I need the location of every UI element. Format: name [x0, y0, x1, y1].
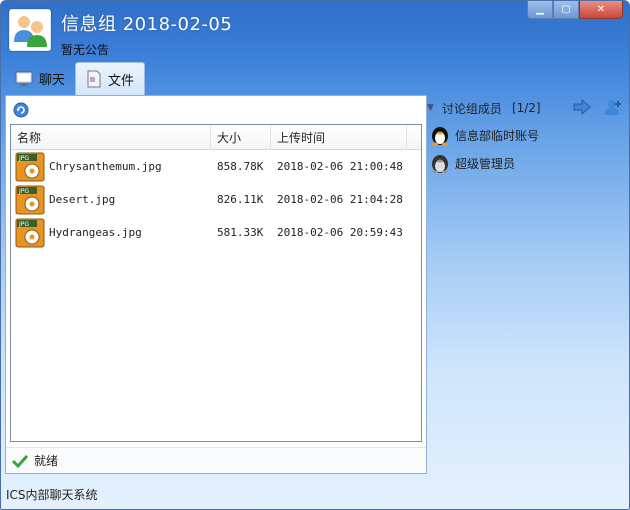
status-text: 就绪: [34, 454, 59, 468]
file-name-cell: JPG Desert.jpg: [11, 185, 211, 215]
app-name: ICS内部聊天系统: [6, 488, 98, 502]
file-upload-time: 2018-02-06 21:04:28: [277, 193, 403, 206]
collapse-caret-icon: ▼: [427, 103, 434, 113]
file-name-cell: JPG Hydrangeas.jpg: [11, 218, 211, 248]
svg-text:JPG: JPG: [18, 188, 29, 195]
footer-bar: ICS内部聊天系统: [1, 479, 629, 509]
members-count: [1/2]: [511, 101, 541, 115]
file-size: 581.33K: [217, 226, 264, 239]
tab-files[interactable]: 文件: [75, 62, 146, 95]
status-bar: 就绪: [6, 447, 426, 473]
tab-bar: 聊天 文件: [5, 62, 146, 95]
window-title: 信息组 2018-02-05: [61, 14, 233, 35]
minimize-icon: ▁: [536, 3, 544, 15]
jpg-file-icon: JPG: [15, 185, 45, 214]
forward-arrow-icon[interactable]: [573, 99, 591, 115]
members-title: 讨论组成员: [441, 101, 502, 116]
member-name: 信息部临时账号: [455, 128, 540, 143]
app-window: 信息组 2018-02-05 暂无公告 ▁ ▢ ✕ 聊天 文件 名称 大小 上传…: [0, 0, 630, 510]
penguin-avatar-icon: [432, 155, 448, 174]
file-upload-time: 2018-02-06 20:59:43: [277, 226, 403, 239]
member-name: 超级管理员: [455, 156, 516, 171]
group-notice: 暂无公告: [61, 43, 110, 57]
file-size: 826.11K: [217, 193, 264, 206]
svg-text:JPG: JPG: [18, 155, 29, 162]
members-panel: ▼ 讨论组成员 [1/2] 信息部临时账号 超级管理员: [427, 95, 629, 475]
tab-chat[interactable]: 聊天: [5, 62, 75, 95]
file-list-header: 名称 大小 上传时间: [11, 125, 421, 150]
svg-text:JPG: JPG: [18, 221, 29, 228]
refresh-button[interactable]: [13, 102, 29, 121]
maximize-button[interactable]: ▢: [553, 1, 579, 19]
file-row[interactable]: JPG Hydrangeas.jpg 581.33K 2018-02-06 20…: [11, 216, 421, 249]
close-icon: ✕: [596, 3, 606, 15]
close-button[interactable]: ✕: [579, 1, 623, 19]
member-item[interactable]: 超级管理员: [427, 149, 629, 177]
file-list: 名称 大小 上传时间 JPG Chrysanthemum.jpg 858.78K: [10, 124, 422, 442]
maximize-icon: ▢: [561, 3, 571, 15]
files-panel: 名称 大小 上传时间 JPG Chrysanthemum.jpg 858.78K: [5, 95, 427, 474]
members-actions: [573, 99, 623, 115]
column-header-name[interactable]: 名称: [11, 125, 211, 149]
file-row[interactable]: JPG Desert.jpg 826.11K 2018-02-06 21:04:…: [11, 183, 421, 216]
refresh-icon: [13, 102, 29, 118]
file-upload-time: 2018-02-06 21:00:48: [277, 160, 403, 173]
jpg-file-icon: JPG: [15, 152, 45, 181]
tab-chat-label: 聊天: [39, 73, 66, 88]
file-document-icon: [87, 70, 101, 88]
member-item[interactable]: 信息部临时账号: [427, 121, 629, 149]
checkmark-icon: [12, 454, 28, 468]
column-header-time[interactable]: 上传时间: [271, 125, 407, 149]
file-row[interactable]: JPG Chrysanthemum.jpg 858.78K 2018-02-06…: [11, 150, 421, 183]
file-name: Chrysanthemum.jpg: [49, 160, 162, 173]
tab-files-label: 文件: [108, 73, 135, 89]
add-member-icon[interactable]: [605, 99, 623, 115]
file-name: Desert.jpg: [49, 193, 116, 206]
file-name: Hydrangeas.jpg: [49, 226, 142, 239]
group-avatar-icon[interactable]: [9, 9, 51, 51]
window-controls: ▁ ▢ ✕: [527, 1, 623, 19]
penguin-avatar-icon: [432, 127, 448, 146]
chat-monitor-icon: [15, 71, 33, 86]
jpg-file-icon: JPG: [15, 218, 45, 247]
column-header-size[interactable]: 大小: [211, 125, 271, 149]
minimize-button[interactable]: ▁: [527, 1, 553, 19]
file-size: 858.78K: [217, 160, 264, 173]
file-name-cell: JPG Chrysanthemum.jpg: [11, 152, 211, 182]
